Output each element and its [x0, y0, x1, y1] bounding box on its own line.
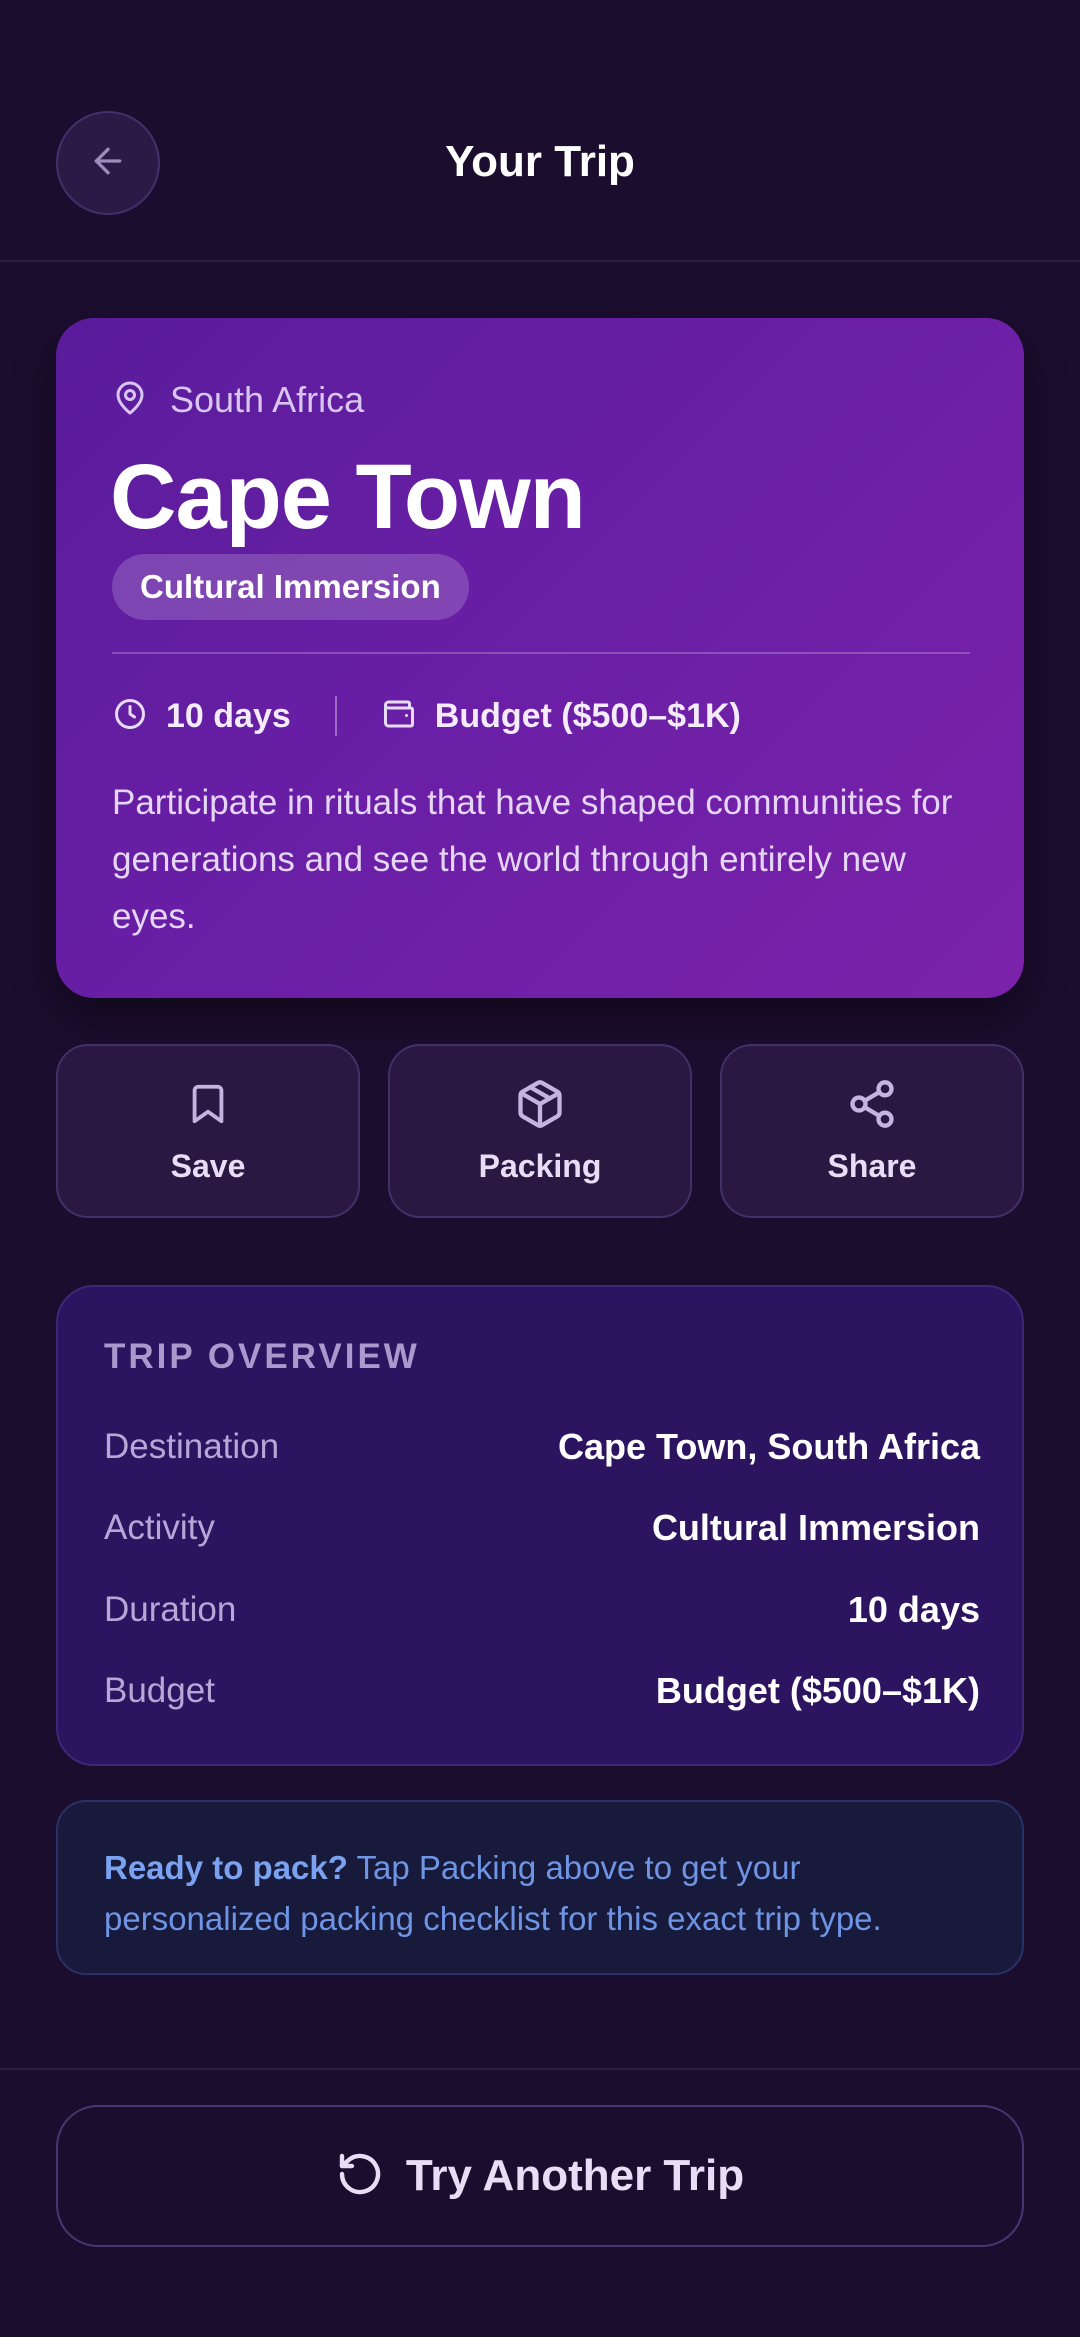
trip-details-screen: Your Trip South Africa Cape Town Cultura… [0, 0, 1080, 2337]
save-label: Save [170, 1148, 246, 1184]
overview-label: Duration [104, 1590, 237, 1629]
overview-value: 10 days [847, 1589, 980, 1630]
package-icon [514, 1076, 566, 1132]
country-row: South Africa [112, 376, 364, 424]
trip-description: Participate in rituals that have shaped … [112, 783, 953, 936]
packing-button[interactable]: Packing [388, 1044, 692, 1218]
trip-meta: 10 days Budget ($500–$1K) [112, 688, 741, 744]
bookmark-icon [185, 1076, 231, 1132]
overview-value: Cultural Immersion [651, 1507, 980, 1548]
share-icon [846, 1076, 898, 1132]
footer-divider [0, 2068, 1080, 2070]
overview-value: Cape Town, South Africa [557, 1426, 980, 1467]
rotate-ccw-icon [336, 2150, 384, 2203]
wallet-icon [381, 696, 417, 737]
country-name: South Africa [170, 379, 365, 420]
activity-tag: Cultural Immersion [112, 554, 469, 620]
share-label: Share [827, 1148, 917, 1184]
share-button[interactable]: Share [720, 1044, 1024, 1218]
meta-separator [334, 696, 337, 736]
header: Your Trip [0, 0, 1080, 262]
map-pin-icon [112, 378, 148, 423]
overview-row-destination: Destination Cape Town, South Africa [104, 1422, 980, 1472]
city-name: Cape Town [110, 446, 586, 548]
packing-tip: Ready to pack? Tap Packing above to get … [56, 1800, 1024, 1975]
tip-lead: Ready to pack? [104, 1849, 348, 1886]
page-title: Your Trip [445, 137, 635, 186]
try-another-trip-label: Try Another Trip [405, 2151, 745, 2200]
budget-text: Budget ($500–$1K) [434, 697, 741, 735]
overview-row-activity: Activity Cultural Immersion [104, 1503, 980, 1553]
overview-label: Activity [104, 1508, 215, 1547]
overview-row-duration: Duration 10 days [104, 1585, 980, 1635]
save-button[interactable]: Save [56, 1044, 360, 1218]
overview-row-budget: Budget Budget ($500–$1K) [104, 1666, 980, 1716]
destination-card: South Africa Cape Town Cultural Immersio… [56, 318, 1024, 998]
clock-icon [112, 696, 148, 737]
overview-value: Budget ($500–$1K) [655, 1670, 980, 1711]
card-divider [112, 652, 970, 654]
overview-label: Budget [104, 1671, 215, 1710]
overview-title: TRIP OVERVIEW [104, 1337, 420, 1376]
packing-label: Packing [478, 1148, 602, 1184]
trip-overview-card: TRIP OVERVIEW Destination Cape Town, Sou… [56, 1285, 1024, 1766]
action-buttons: Save Packing Share [56, 1044, 1024, 1218]
overview-label: Destination [104, 1427, 280, 1466]
duration-text: 10 days [166, 697, 291, 735]
try-another-trip-button[interactable]: Try Another Trip [56, 2105, 1024, 2247]
